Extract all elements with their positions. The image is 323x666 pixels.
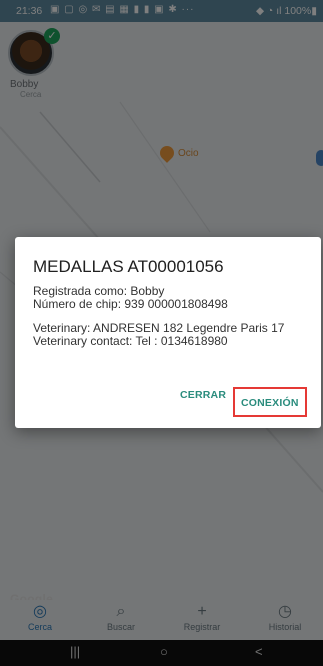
app-screen: 21:36 ▣ ▢ ◎ ✉ ▤ ▦ ▮ ▮ ▣ ✱ ··· ◆ ◔ ıl 100… — [0, 0, 323, 666]
vet-contact: Veterinary contact: Tel : 0134618980 — [33, 334, 228, 348]
dialog-body: Registrada como: Bobby Número de chip: 9… — [33, 285, 311, 348]
dialog-title: MEDALLAS AT00001056 — [33, 257, 224, 276]
chip-number: Número de chip: 939 000001808498 — [33, 297, 228, 311]
connect-button[interactable]: CONEXIÓN — [233, 387, 307, 417]
tag-info-dialog: MEDALLAS AT00001056 Registrada como: Bob… — [15, 237, 321, 428]
close-button[interactable]: CERRAR — [180, 389, 226, 401]
